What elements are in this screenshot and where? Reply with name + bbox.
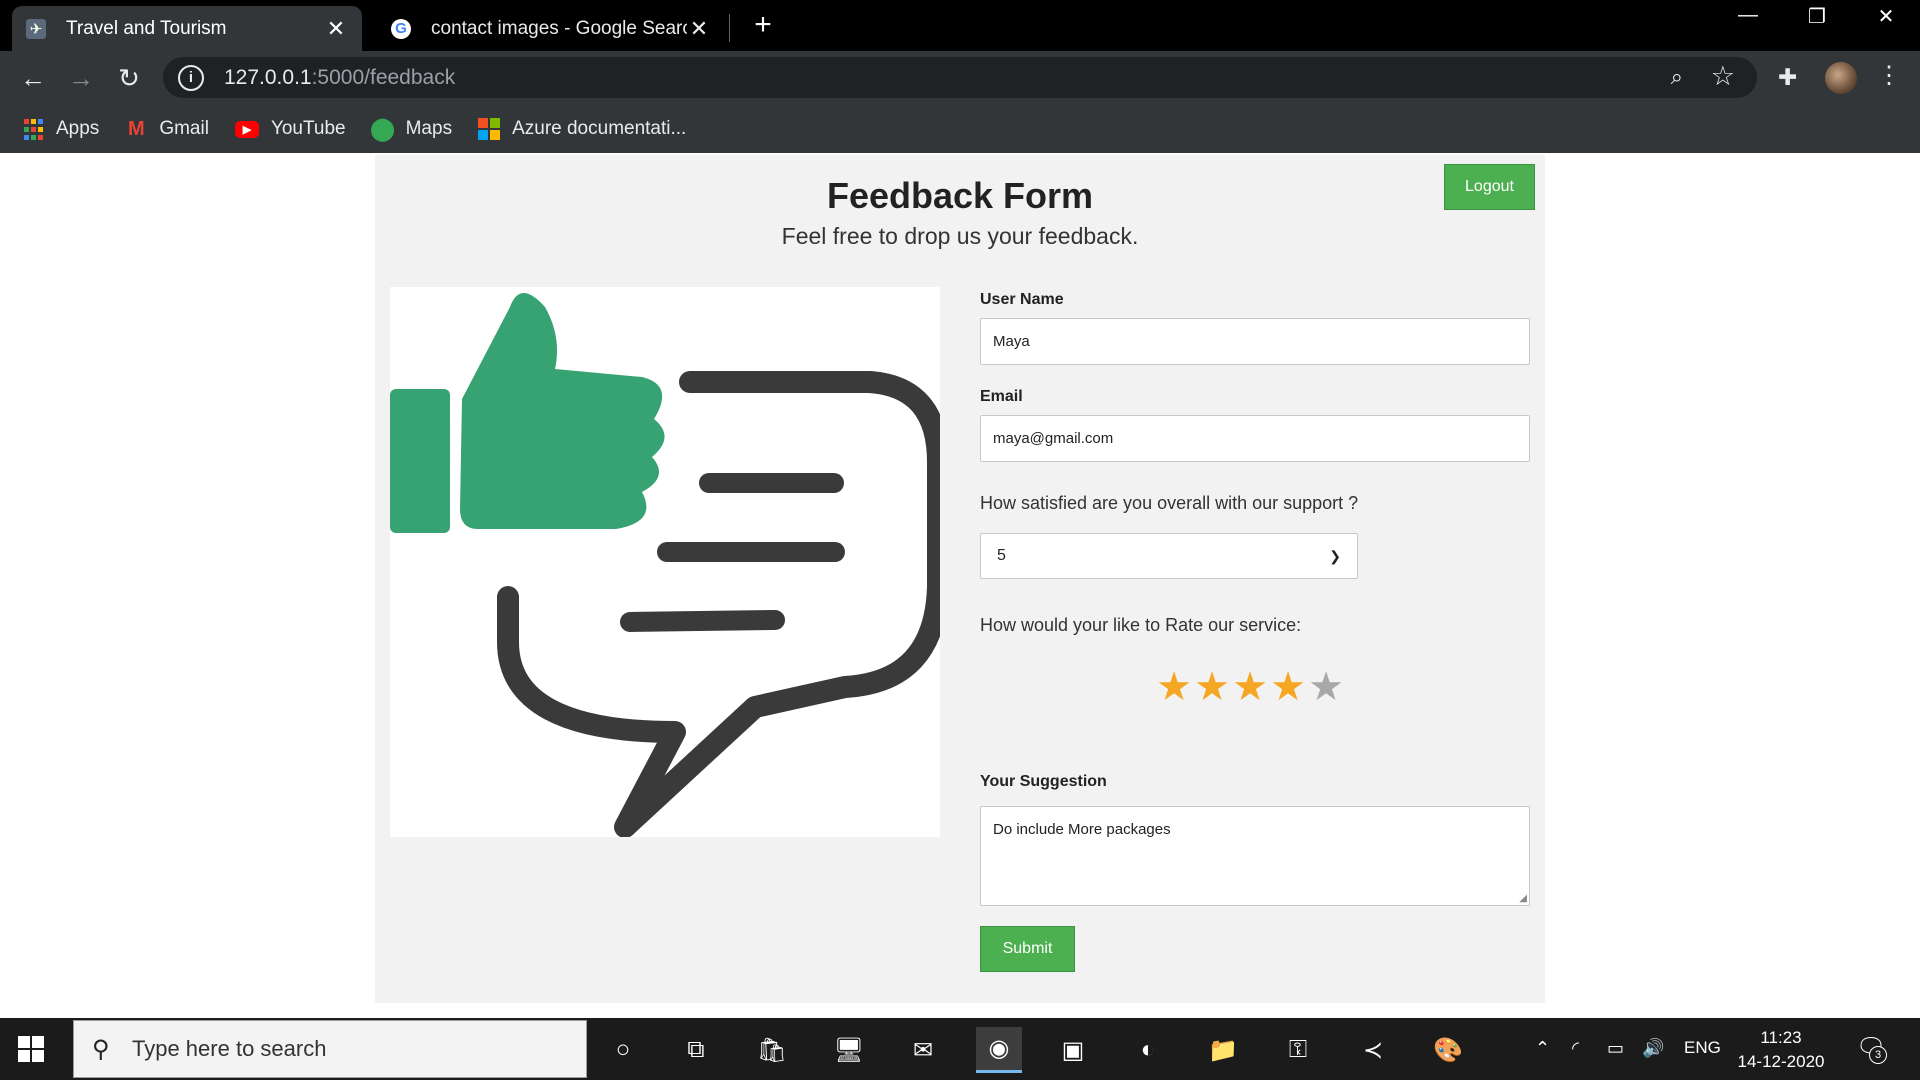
travel-favicon-icon: ✈ [26, 18, 46, 39]
tab-travel-and-tourism[interactable]: ✈ Travel and Tourism ✕ [12, 6, 362, 51]
reload-icon[interactable]: ↻ [112, 61, 146, 95]
star-icon[interactable]: ★ [1155, 667, 1193, 707]
address-bar[interactable]: i 127.0.0.1:5000/feedback ⌕ ☆ [163, 57, 1757, 98]
menu-kebab-icon[interactable]: ⋮ [1877, 61, 1901, 90]
search-icon: ⚲ [92, 1035, 110, 1063]
submit-button[interactable]: Submit [980, 926, 1075, 972]
tab-google-search[interactable]: G contact images - Google Search ✕ [377, 6, 725, 51]
bookmark-label: YouTube [270, 118, 346, 139]
microsoft-icon [478, 118, 501, 140]
tab-title: contact images - Google Search [431, 17, 687, 39]
bookmark-label: Gmail [159, 118, 209, 139]
bookmarks-bar: Apps M Gmail ▶ YouTube ⬤ Maps Azure docu… [0, 105, 1920, 153]
bookmark-apps[interactable]: Apps [22, 118, 99, 140]
bookmark-gmail[interactable]: M Gmail [125, 118, 209, 140]
bookmark-star-icon[interactable]: ☆ [1711, 61, 1735, 92]
bookmark-maps[interactable]: ⬤ Maps [370, 116, 453, 141]
gmail-icon: M [127, 117, 145, 140]
window-close-icon[interactable]: ✕ [1866, 4, 1906, 29]
apps-grid-icon [22, 118, 44, 140]
google-favicon-icon: G [391, 18, 411, 39]
page-title: Feedback Form [826, 175, 1094, 216]
email-label: Email [980, 388, 1023, 405]
windows-start-icon[interactable] [18, 1036, 44, 1062]
close-tab-icon[interactable]: ✕ [324, 16, 348, 42]
page-viewport: Feedback Form Feel free to drop us your … [0, 153, 1920, 1018]
star-icon[interactable]: ★ [1307, 667, 1345, 707]
show-hidden-icons-icon[interactable]: ⌃ [1535, 1038, 1550, 1059]
zoom-app-icon[interactable]: ▣ [1050, 1027, 1096, 1073]
youtube-icon: ▶ [234, 120, 259, 138]
bookmark-azure[interactable]: Azure documentati... [478, 118, 686, 140]
star-rating: ★ ★ ★ ★ ★ [1155, 667, 1345, 707]
browser-tab-strip: ✈ Travel and Tourism ✕ G contact images … [0, 0, 1920, 51]
taskbar-search-box[interactable]: ⚲ Type here to search [73, 1020, 587, 1078]
star-icon[interactable]: ★ [1269, 667, 1307, 707]
site-info-icon[interactable]: i [178, 64, 204, 91]
edge-icon[interactable]: ◐ [1125, 1027, 1171, 1073]
language-indicator[interactable]: ENG [1684, 1038, 1721, 1058]
suggestion-text: Do include More packages [993, 821, 1171, 838]
profile-avatar[interactable] [1825, 62, 1857, 94]
store-icon[interactable]: 🛍 [749, 1027, 795, 1073]
tab-title: Travel and Tourism [66, 17, 227, 39]
rating-question: How would your like to Rate our service: [980, 615, 1302, 635]
restore-icon[interactable]: ❐ [1797, 4, 1837, 29]
action-center-icon[interactable]: 🗨3 [1856, 1033, 1887, 1064]
star-icon[interactable]: ★ [1193, 667, 1231, 707]
wifi-icon[interactable]: ◜ [1572, 1038, 1579, 1059]
back-icon[interactable]: ← [16, 61, 50, 95]
logout-button[interactable]: Logout [1444, 164, 1535, 210]
satisfaction-question: How satisfied are you overall with our s… [980, 493, 1359, 513]
bookmark-label: Apps [56, 118, 100, 139]
tab-separator [729, 14, 730, 42]
extensions-puzzle-icon[interactable]: ✚ [1778, 64, 1797, 91]
clock-date: 14-12-2020 [1737, 1052, 1825, 1071]
mail-icon[interactable]: ✉ [900, 1027, 946, 1073]
email-input[interactable] [980, 415, 1530, 462]
satisfaction-selected-value: 5 [997, 547, 1006, 564]
feedback-illustration [390, 287, 949, 838]
windows-taskbar: ⚲ Type here to search ○ ⧉ 🛍 🖥 ✉ ◉ ▣ ◐ 📁 … [0, 1018, 1920, 1080]
page-subtitle: Feel free to drop us your feedback. [781, 223, 1139, 249]
search-placeholder: Type here to search [132, 1036, 327, 1061]
bookmark-youtube[interactable]: ▶ YouTube [234, 118, 346, 140]
chrome-icon[interactable]: ◉ [976, 1027, 1022, 1073]
chevron-down-icon: ❯ [1329, 547, 1341, 564]
clock[interactable]: 11:23 14-12-2020 [1735, 1026, 1827, 1074]
file-explorer-icon[interactable]: 📁 [1200, 1027, 1246, 1073]
satisfaction-select[interactable]: 5 ❯ [980, 533, 1358, 579]
forward-icon[interactable]: → [64, 61, 98, 95]
notification-badge: 3 [1869, 1046, 1887, 1064]
bookmark-label: Maps [405, 118, 453, 139]
minimize-icon[interactable]: — [1728, 4, 1768, 27]
suggestion-label: Your Suggestion [980, 773, 1107, 790]
maps-pin-icon: ⬤ [370, 116, 395, 141]
thumbs-up-chat-bubble-icon [390, 293, 949, 838]
this-pc-icon[interactable]: 🖥 [826, 1027, 872, 1073]
zoom-icon[interactable]: ⌕ [1671, 64, 1683, 90]
task-view-icon[interactable]: ⧉ [673, 1027, 719, 1073]
star-icon[interactable]: ★ [1231, 667, 1269, 707]
resize-grip-icon[interactable]: ◢ [1519, 893, 1527, 904]
username-input[interactable] [980, 318, 1530, 365]
close-tab-icon[interactable]: ✕ [687, 16, 711, 42]
browser-toolbar: ← → ↻ i 127.0.0.1:5000/feedback ⌕ ☆ ✚ ⋮ [0, 51, 1920, 105]
cortana-icon[interactable]: ○ [600, 1027, 646, 1073]
username-label: User Name [980, 291, 1064, 308]
feedback-panel: Feedback Form Feel free to drop us your … [375, 155, 1545, 1003]
volume-icon[interactable]: 🔊 [1642, 1038, 1664, 1059]
new-tab-icon[interactable]: + [748, 8, 778, 42]
clock-time: 11:23 [1760, 1028, 1802, 1047]
battery-icon[interactable]: ▭ [1607, 1038, 1624, 1059]
vscode-icon[interactable]: ≺ [1350, 1027, 1396, 1073]
bookmark-label: Azure documentati... [512, 118, 687, 139]
url-text[interactable]: 127.0.0.1:5000/feedback [224, 66, 455, 90]
paint-icon[interactable]: 🎨 [1425, 1027, 1471, 1073]
suggestion-textarea[interactable]: Do include More packages ◢ [980, 806, 1530, 906]
vpn-key-icon[interactable]: ⚿ [1275, 1027, 1321, 1073]
